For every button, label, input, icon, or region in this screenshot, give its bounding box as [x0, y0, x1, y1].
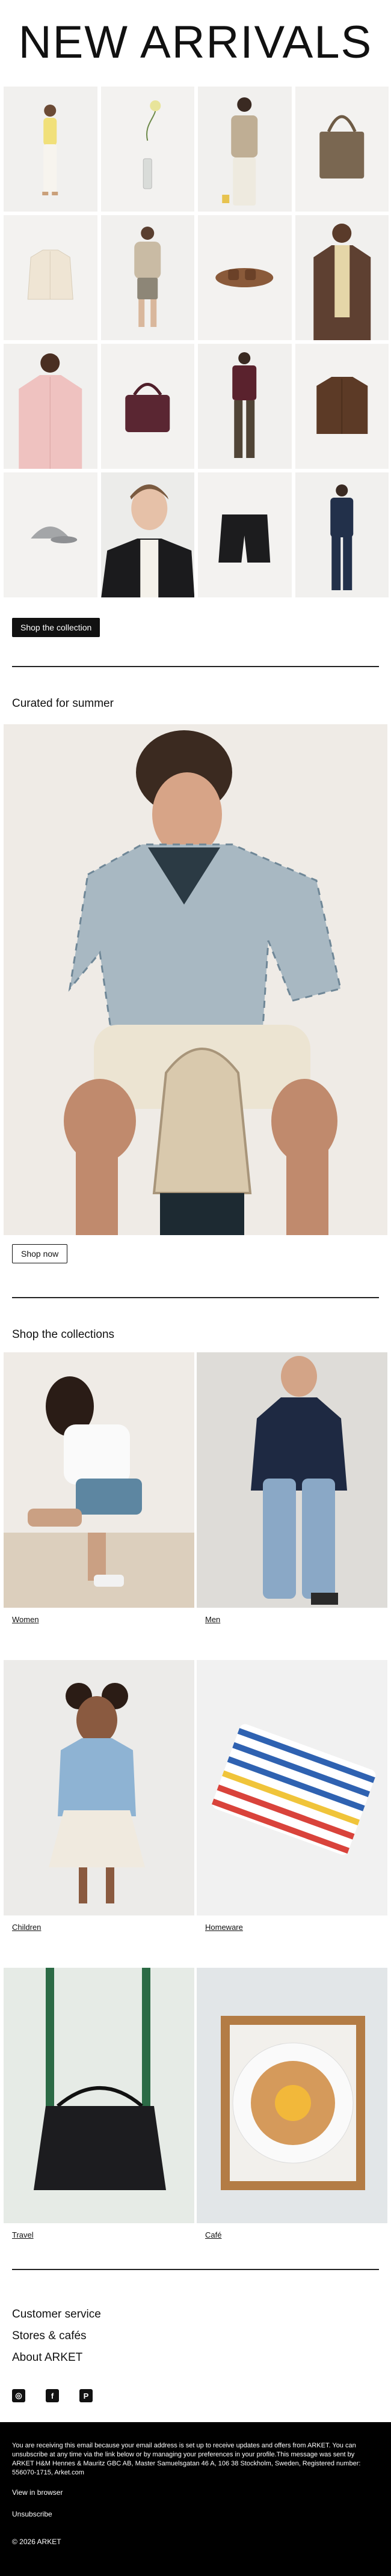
header: NEW ARRIVALS: [0, 0, 391, 84]
collections-row-2: Children Homeware: [4, 1660, 387, 1933]
sandal-icon: [215, 268, 274, 287]
cream-shirt-icon: [27, 249, 73, 300]
divider: [12, 2269, 379, 2270]
collection-travel[interactable]: Travel: [4, 1968, 194, 2241]
product-tile-3[interactable]: [198, 87, 292, 212]
product-tile-14[interactable]: [100, 472, 194, 597]
shop-now-button[interactable]: Shop now: [12, 1244, 68, 1263]
collections-row-1: Women Men: [4, 1352, 387, 1625]
product-tile-8[interactable]: [295, 215, 389, 340]
tote-bag-icon: [319, 115, 364, 179]
facebook-icon[interactable]: f: [46, 2389, 59, 2402]
product-tile-16[interactable]: [295, 472, 389, 597]
model-pink-shirt-icon: [19, 353, 82, 469]
product-tile-7[interactable]: [198, 215, 292, 340]
product-tile-15[interactable]: [198, 472, 292, 597]
new-arrivals-grid: [4, 87, 389, 597]
product-tile-9[interactable]: [4, 344, 97, 469]
stores-link[interactable]: Stores & cafés: [12, 2330, 101, 2343]
unsubscribe-link[interactable]: Unsubscribe: [12, 2510, 52, 2519]
product-tile-2[interactable]: [100, 87, 194, 212]
brown-overshirt-icon: [316, 377, 368, 434]
model-plaid-shirt-icon: [4, 724, 387, 1235]
collection-label[interactable]: Travel: [12, 2230, 34, 2239]
product-tile-6[interactable]: [100, 215, 194, 340]
page-title: NEW ARRIVALS: [18, 16, 373, 68]
view-in-browser-link[interactable]: View in browser: [12, 2488, 63, 2497]
travel-bag-icon: [4, 1968, 194, 2223]
collection-men[interactable]: Men: [197, 1352, 387, 1625]
collection-label[interactable]: Women: [12, 1615, 39, 1624]
model-brown-jacket-icon: [313, 224, 371, 340]
collection-label[interactable]: Children: [12, 1923, 41, 1932]
product-tile-13[interactable]: [4, 472, 97, 597]
pastry-plate-icon: [197, 1968, 387, 2223]
model-beige-tee-icon: [222, 97, 258, 206]
product-tile-4[interactable]: [295, 87, 389, 212]
model-navy-suit-icon: [330, 484, 353, 590]
customer-service-link[interactable]: Customer service: [12, 2308, 101, 2321]
burgundy-bag-icon: [125, 383, 170, 432]
collection-label[interactable]: Homeware: [205, 1923, 243, 1932]
collection-homeware[interactable]: Homeware: [197, 1660, 387, 1933]
collection-children[interactable]: Children: [4, 1660, 194, 1933]
model-sweater-icon: [134, 227, 161, 327]
grey-cap-icon: [31, 526, 78, 543]
divider: [12, 666, 379, 667]
product-tile-1[interactable]: [4, 87, 97, 212]
curated-hero-image[interactable]: [4, 724, 387, 1235]
email-page: NEW ARRIVALS Shop the collection Curated…: [0, 0, 391, 2576]
pinterest-icon[interactable]: P: [79, 2389, 93, 2402]
shop-collection-button[interactable]: Shop the collection: [12, 618, 100, 637]
curated-title: Curated for summer: [12, 697, 114, 710]
collections-row-3: Travel Café: [4, 1968, 387, 2241]
legal-text: You are receiving this email because you…: [12, 2442, 361, 2476]
collections-title: Shop the collections: [12, 1328, 115, 1341]
child-model-icon: [4, 1660, 194, 1915]
divider: [12, 1297, 379, 1298]
product-tile-10[interactable]: [100, 344, 194, 469]
model-burgundy-shirt-icon: [232, 352, 257, 458]
flower-vase-icon: [143, 100, 161, 189]
product-tile-5[interactable]: [4, 215, 97, 340]
legal-footer: You are receiving this email because you…: [0, 2422, 391, 2576]
collection-label[interactable]: Men: [205, 1615, 220, 1624]
collection-cafe[interactable]: Café: [197, 1968, 387, 2241]
product-tile-11[interactable]: [198, 344, 292, 469]
model-yellow-top-icon: [42, 105, 58, 195]
striped-towels-icon: [197, 1660, 387, 1915]
about-link[interactable]: About ARKET: [12, 2351, 101, 2364]
copyright: © 2026 ARKET: [12, 2538, 61, 2546]
model-man-icon: [197, 1352, 387, 1608]
instagram-icon[interactable]: ◎: [12, 2389, 25, 2402]
collection-label[interactable]: Café: [205, 2230, 221, 2239]
product-tile-12[interactable]: [295, 344, 389, 469]
black-shorts-icon: [218, 514, 271, 563]
footer-links: Customer service Stores & cafés About AR…: [12, 2308, 101, 2364]
model-woman-icon: [4, 1352, 194, 1608]
collection-women[interactable]: Women: [4, 1352, 194, 1625]
model-portrait-icon: [100, 472, 194, 597]
social-links: ◎ f P: [12, 2389, 93, 2402]
